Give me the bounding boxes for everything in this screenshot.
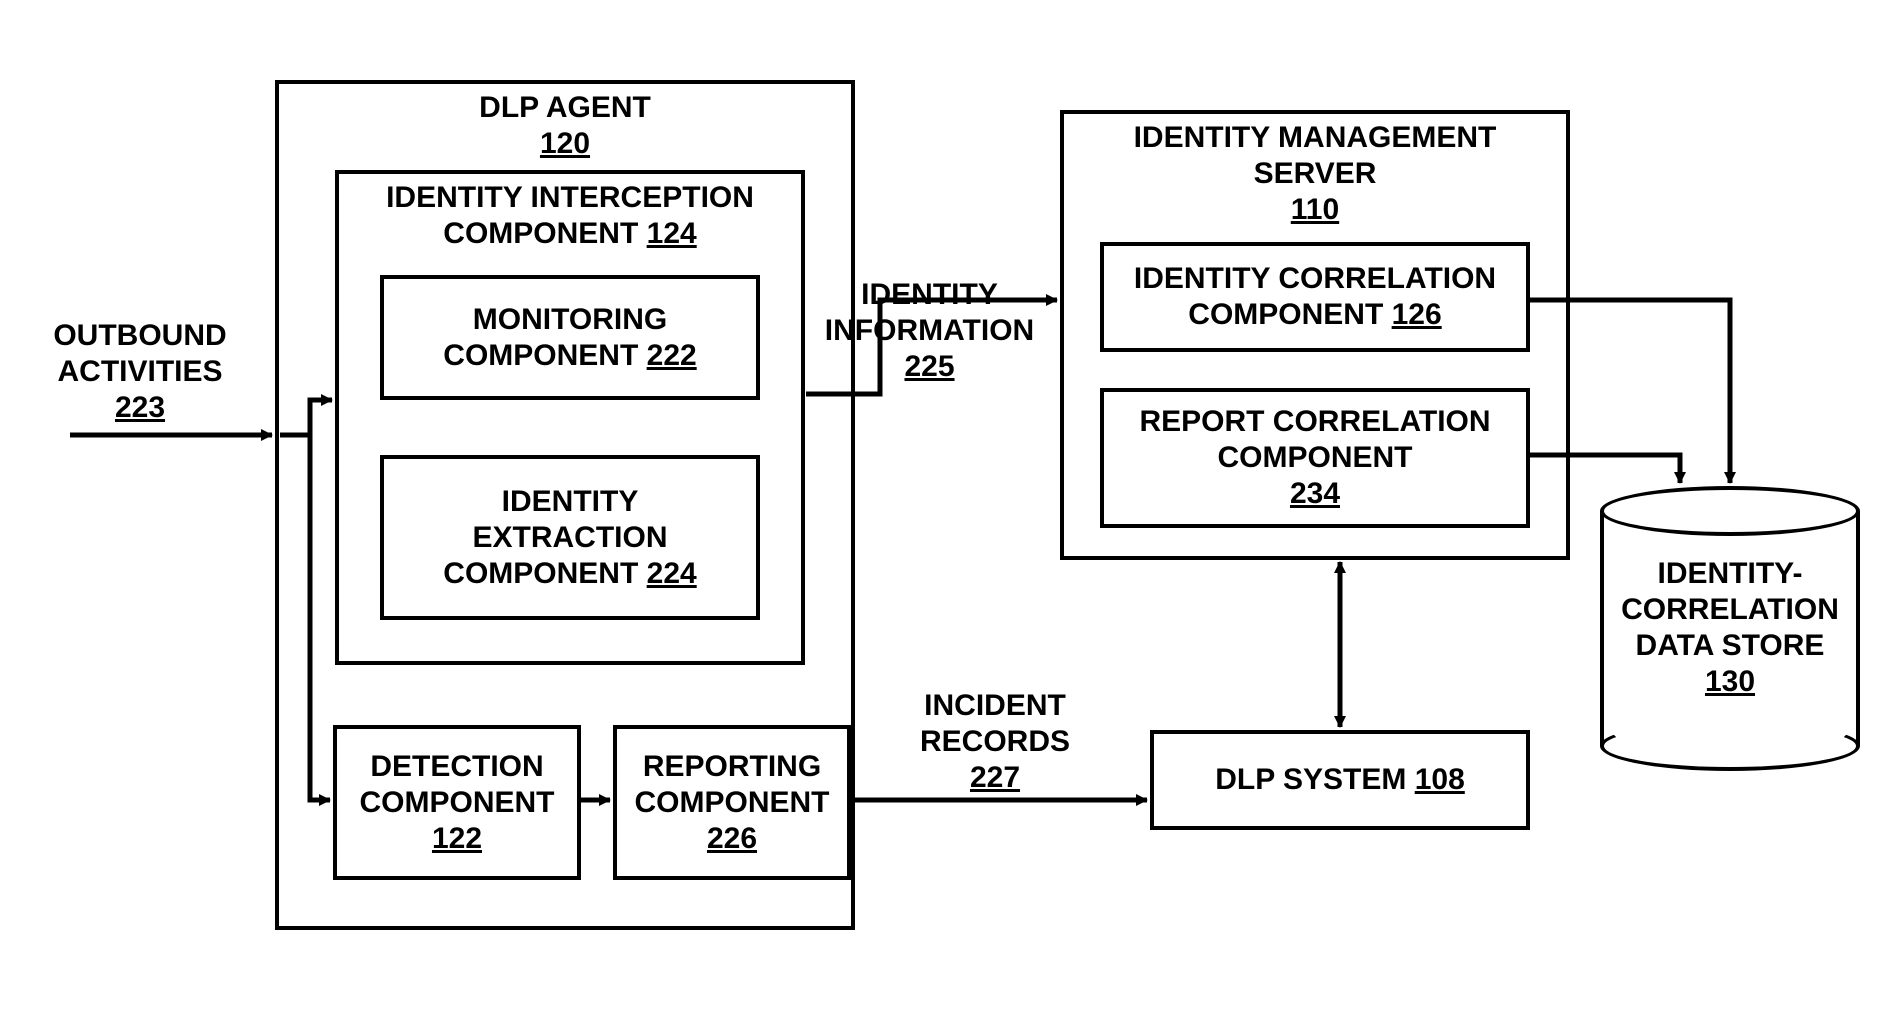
identity-interception-title: IDENTITY INTERCEPTION COMPONENT 124 [386, 180, 754, 252]
idm-server-title: IDENTITY MANAGEMENT SERVER 110 [1134, 120, 1497, 228]
identity-information-label: IDENTITY INFORMATION 225 [812, 277, 1047, 385]
cylinder-top [1600, 486, 1860, 536]
monitoring-component-box: MONITORING COMPONENT 222 [380, 275, 760, 400]
dlp-system-title: DLP SYSTEM 108 [1215, 762, 1465, 798]
outbound-activities-label: OUTBOUND ACTIVITIES 223 [40, 318, 240, 426]
monitoring-title: MONITORING COMPONENT 222 [443, 302, 696, 374]
identity-extraction-box: IDENTITY EXTRACTION COMPONENT 224 [380, 455, 760, 620]
outbound-text: OUTBOUND ACTIVITIES [40, 318, 240, 390]
detection-title: DETECTION COMPONENT 122 [360, 749, 555, 857]
data-store-label: IDENTITY- CORRELATION DATA STORE 130 [1600, 556, 1860, 700]
cylinder-bottom [1600, 721, 1860, 771]
outbound-num: 223 [115, 391, 165, 424]
identity-extraction-title: IDENTITY EXTRACTION COMPONENT 224 [443, 484, 696, 592]
reporting-title: REPORTING COMPONENT 226 [635, 749, 830, 857]
dlp-system-box: DLP SYSTEM 108 [1150, 730, 1530, 830]
data-store-cylinder: IDENTITY- CORRELATION DATA STORE 130 [1600, 486, 1860, 771]
dlp-agent-title: DLP AGENT 120 [479, 90, 651, 162]
identity-correlation-box: IDENTITY CORRELATION COMPONENT 126 [1100, 242, 1530, 352]
report-correlation-title: REPORT CORRELATION COMPONENT 234 [1139, 404, 1490, 512]
reporting-component-box: REPORTING COMPONENT 226 [613, 725, 851, 880]
identity-correlation-title: IDENTITY CORRELATION COMPONENT 126 [1134, 261, 1496, 333]
report-correlation-box: REPORT CORRELATION COMPONENT 234 [1100, 388, 1530, 528]
detection-component-box: DETECTION COMPONENT 122 [333, 725, 581, 880]
incident-records-label: INCIDENT RECORDS 227 [895, 688, 1095, 796]
